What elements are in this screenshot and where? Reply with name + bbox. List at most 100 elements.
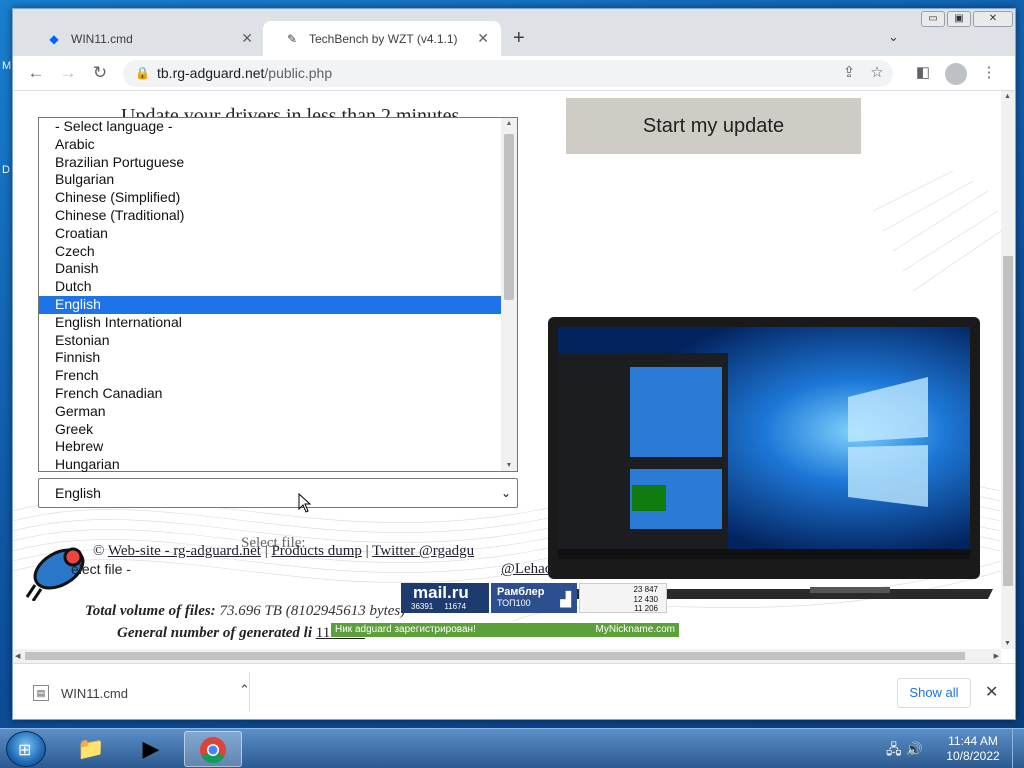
language-dropdown-list[interactable]: - Select language - Arabic Brazilian Portu… <box>38 117 518 472</box>
select-file-dropdown[interactable]: elect file - <box>71 561 131 577</box>
system-tray: 🖧 🔊 <box>886 739 923 763</box>
profile-avatar-icon[interactable] <box>945 63 967 85</box>
windows-logo-icon: ⊞ <box>18 742 32 759</box>
scroll-down-arrow-icon[interactable]: ▼ <box>1004 640 1011 647</box>
page-content: Update your drivers in less than 2 minut… <box>13 91 1001 649</box>
language-option[interactable]: Finnish <box>39 349 501 367</box>
language-option[interactable]: French <box>39 367 501 385</box>
language-option[interactable]: Czech <box>39 243 501 261</box>
language-option[interactable]: Chinese (Traditional) <box>39 207 501 225</box>
link-separator: | <box>365 543 369 559</box>
language-option[interactable]: Dutch <box>39 278 501 296</box>
language-option[interactable]: French Canadian <box>39 385 501 403</box>
total-volume-label: Total volume of files: <box>85 603 216 619</box>
volume-icon[interactable]: 🔊 <box>906 741 923 757</box>
language-select[interactable]: English ⌄ <box>38 478 518 508</box>
language-option[interactable]: Hungarian <box>39 456 501 474</box>
counter-badges: mail.ru 36391 11674 Рамблер ТОП100 ▟ 23 … <box>401 583 667 613</box>
language-option[interactable]: Hebrew <box>39 438 501 456</box>
language-option[interactable]: Brazilian Portuguese <box>39 154 501 172</box>
total-volume-line: Total volume of files: 73.696 TB (810294… <box>85 603 405 620</box>
language-option[interactable]: Arabic <box>39 136 501 154</box>
network-icon[interactable]: 🖧 <box>886 741 902 757</box>
tab-win11[interactable]: ◆ WIN11.cmd ✕ <box>25 21 265 56</box>
back-arrow-icon[interactable]: ← <box>25 62 47 84</box>
browser-toolbar: ← → ↻ 🔒 tb.rg-adguard.net/public.php ⇪ ☆… <box>13 56 1015 91</box>
file-icon: ▤ <box>33 685 49 701</box>
scroll-left-arrow-icon[interactable]: ◀ <box>15 652 20 660</box>
new-tab-button[interactable]: + <box>513 27 525 50</box>
tab-techbench[interactable]: ✎ TechBench by WZT (v4.1.1) ✕ <box>263 21 501 56</box>
close-icon[interactable]: ✕ <box>985 682 998 702</box>
scrollbar-thumb[interactable] <box>25 652 965 660</box>
tab-title: TechBench by WZT (v4.1.1) <box>309 31 458 46</box>
explorer-taskbar-icon[interactable]: 📁 <box>62 731 120 767</box>
language-option[interactable]: Bulgarian <box>39 171 501 189</box>
close-window-button[interactable]: ✕ <box>973 11 1013 27</box>
clock[interactable]: 11:44 AM 10/8/2022 <box>945 734 1001 764</box>
rambler-counter[interactable]: Рамблер ТОП100 ▟ <box>491 583 577 613</box>
show-desktop-button[interactable] <box>1012 729 1024 768</box>
scrollbar-thumb[interactable] <box>1003 256 1013 586</box>
reload-icon[interactable]: ↻ <box>89 62 111 84</box>
website-link[interactable]: Web-site - rg-adguard.net <box>108 543 261 559</box>
dropdown-scrollbar[interactable]: ▲ ▼ <box>501 118 517 471</box>
download-filename: WIN11.cmd <box>61 685 128 701</box>
mailru-counter[interactable]: mail.ru 36391 11674 <box>401 583 489 613</box>
nickname-banner[interactable]: Ник adguard зарегистрирован! MyNickname.… <box>331 623 679 637</box>
share-icon[interactable]: ⇪ <box>839 63 859 83</box>
start-update-button[interactable]: Start my update <box>566 98 861 154</box>
forward-arrow-icon[interactable]: → <box>57 62 79 84</box>
scroll-up-arrow-icon[interactable]: ▲ <box>501 120 517 127</box>
taskbar: ⊞ 📁 ▶ 🖧 🔊 11:44 AM 10/8/2022 <box>0 728 1024 768</box>
total-volume-value: 73.696 TB <box>219 603 282 619</box>
laptop-image <box>548 317 993 599</box>
language-option[interactable]: Chinese (Simplified) <box>39 189 501 207</box>
download-bar: ▤ WIN11.cmd ⌃ Show all ✕ <box>13 663 1015 719</box>
download-item[interactable]: ▤ WIN11.cmd ⌃ <box>33 682 250 704</box>
dropbox-icon: ◆ <box>49 31 59 46</box>
close-icon[interactable]: ✕ <box>477 30 489 47</box>
liveinternet-counter[interactable]: 23 847 12 430 11 206 <box>579 583 667 613</box>
products-dump-link[interactable]: Products dump <box>271 543 361 559</box>
bookmark-star-icon[interactable]: ☆ <box>867 63 887 83</box>
more-menu-icon[interactable]: ⋮ <box>979 63 999 83</box>
media-player-taskbar-icon[interactable]: ▶ <box>122 731 180 767</box>
lehac-link[interactable]: @Lehac <box>501 561 551 578</box>
scrollbar-thumb[interactable] <box>504 134 514 300</box>
chrome-taskbar-icon[interactable] <box>184 731 242 767</box>
language-option[interactable]: - Select language - <box>39 118 501 136</box>
desktop-icon-label[interactable]: D <box>2 164 10 176</box>
clock-date: 10/8/2022 <box>946 749 1000 763</box>
li-row-3: 11 206 <box>634 604 658 613</box>
language-option[interactable]: Estonian <box>39 332 501 350</box>
show-all-button[interactable]: Show all <box>897 678 971 708</box>
scroll-up-arrow-icon[interactable]: ▲ <box>1004 93 1011 100</box>
desktop-icon-label[interactable]: M <box>2 60 11 72</box>
side-panel-icon[interactable]: ◧ <box>913 63 933 83</box>
language-option[interactable]: English International <box>39 314 501 332</box>
address-bar[interactable]: 🔒 tb.rg-adguard.net/public.php ⇪ ☆ <box>123 60 893 87</box>
scroll-right-arrow-icon[interactable]: ▶ <box>994 652 999 660</box>
page-vertical-scrollbar[interactable]: ▲ ▼ <box>1001 91 1015 649</box>
tab-title: WIN11.cmd <box>71 31 133 46</box>
close-icon[interactable]: ✕ <box>241 30 253 47</box>
twitter-link[interactable]: Twitter @rgadgu <box>372 543 474 559</box>
scroll-down-arrow-icon[interactable]: ▼ <box>501 462 517 469</box>
url-path: /public.php <box>264 65 333 81</box>
url-domain: tb.rg-adguard.net <box>157 65 265 81</box>
tab-search-chevron-icon[interactable]: ⌄ <box>888 29 899 45</box>
mailru-count-2: 11674 <box>444 602 467 611</box>
minimize-button[interactable]: ▭ <box>921 11 945 27</box>
language-option[interactable]: Greek <box>39 421 501 439</box>
mailru-count-1: 36391 <box>411 602 434 611</box>
footer-links: © Web-site - rg-adguard.net | Products d… <box>93 543 474 560</box>
start-button[interactable]: ⊞ <box>6 731 46 767</box>
language-option[interactable]: German <box>39 403 501 421</box>
maximize-button[interactable]: ▣ <box>947 11 971 27</box>
language-option[interactable]: Croatian <box>39 225 501 243</box>
language-option[interactable]: English <box>39 295 501 314</box>
language-option[interactable]: Danish <box>39 260 501 278</box>
page-horizontal-scrollbar[interactable]: ◀ ▶ <box>13 649 1001 663</box>
feather-icon: ✎ <box>286 31 298 46</box>
